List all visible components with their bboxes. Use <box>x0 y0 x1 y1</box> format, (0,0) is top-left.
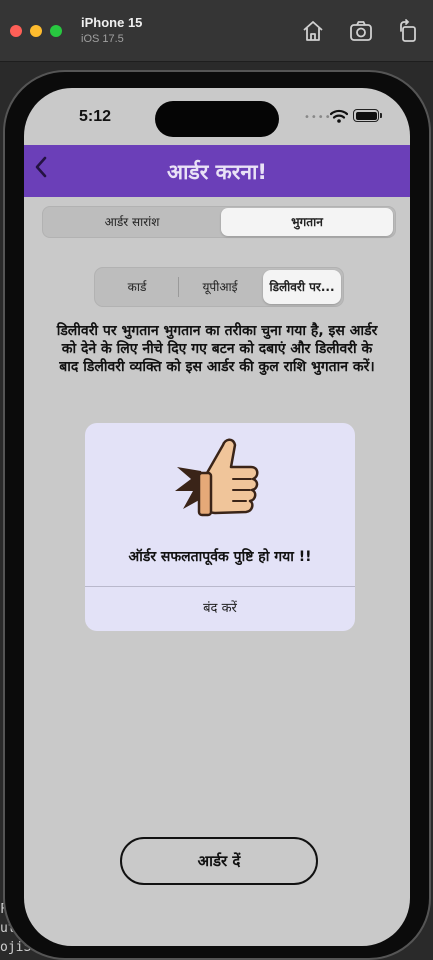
thumbs-up-icon <box>175 438 259 517</box>
signal-dots: •••• <box>304 112 332 123</box>
tab-order-summary[interactable]: आर्डर सारांश <box>45 208 219 236</box>
tab-card[interactable]: कार्ड <box>97 270 177 304</box>
dynamic-island <box>155 101 279 137</box>
status-time: 5:12 <box>79 108 112 125</box>
rotate-icon[interactable] <box>395 18 421 44</box>
phone-frame: 5:12 •••• आर्डर करना! आर्डर सारांश भुगता… <box>3 70 431 960</box>
tab-cash-on-delivery[interactable]: डिलीवरी पर... <box>263 270 341 304</box>
screenshot-icon[interactable] <box>348 18 374 44</box>
home-icon[interactable] <box>300 18 326 44</box>
battery-tip <box>380 113 382 118</box>
payment-method-segmented-control: कार्ड यूपीआई डिलीवरी पर... <box>94 267 344 307</box>
page-title: आर्डर करना! <box>167 160 267 184</box>
simulator-toolbar: iPhone 15 iOS 17.5 <box>0 0 433 62</box>
battery-icon <box>353 109 379 122</box>
alert-message: ऑर्डर सफलतापूर्वक पुष्टि हो गया !! <box>128 549 312 565</box>
success-alert: ऑर्डर सफलतापूर्वक पुष्टि हो गया !! बंद क… <box>85 423 355 631</box>
main-segmented-control: आर्डर सारांश भुगतान <box>42 206 396 238</box>
navigation-bar: आर्डर करना! <box>24 145 410 197</box>
device-name: iPhone 15 <box>81 15 143 30</box>
place-order-button[interactable]: आर्डर दें <box>120 837 318 885</box>
payment-info-text: डिलीवरी पर भुगतान भुगतान का तरीका चुना ग… <box>56 323 378 375</box>
phone-screen: 5:12 •••• आर्डर करना! आर्डर सारांश भुगता… <box>24 88 410 946</box>
close-alert-button[interactable]: बंद करें <box>85 587 355 631</box>
tab-payment[interactable]: भुगतान <box>221 208 393 236</box>
zoom-window-button[interactable] <box>50 25 62 37</box>
os-version: iOS 17.5 <box>81 33 124 45</box>
minimize-window-button[interactable] <box>30 25 42 37</box>
wifi-icon <box>330 109 348 123</box>
close-window-button[interactable] <box>10 25 22 37</box>
tab-upi[interactable]: यूपीआई <box>179 270 261 304</box>
